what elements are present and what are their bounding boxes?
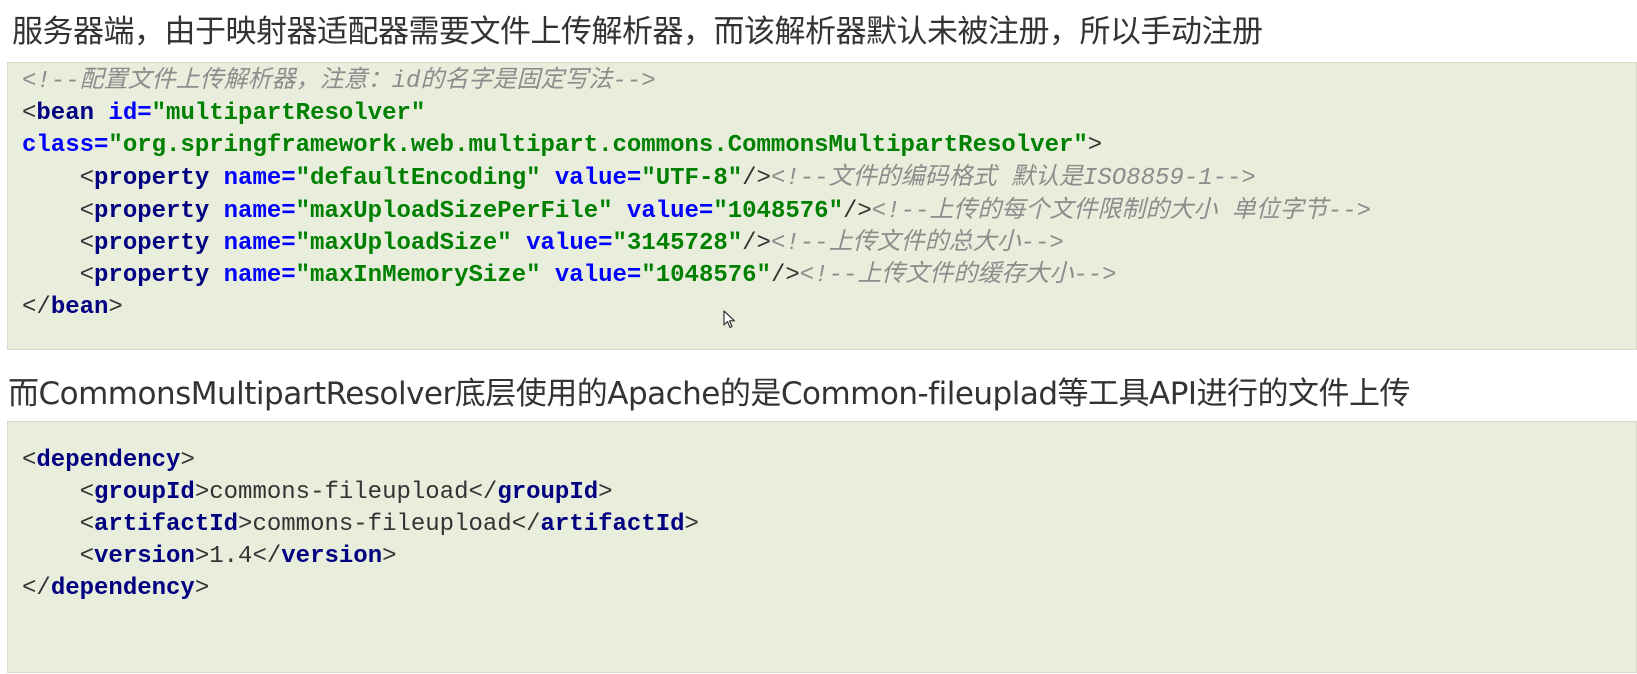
code-line-property: <property name="maxUploadSize" value="31… bbox=[79, 230, 1064, 257]
code-line-dependency-close: </dependency> bbox=[22, 575, 210, 602]
code-line-bean-open: <bean id="multipartResolver" bbox=[22, 100, 426, 127]
xml-tag: property bbox=[94, 262, 210, 289]
xml-attribute: class= bbox=[22, 132, 109, 159]
xml-text-value: 1.4 bbox=[209, 543, 253, 570]
xml-attribute-value: "1048576" bbox=[641, 262, 771, 289]
code-line-comment: <!--配置文件上传解析器，注意：id的名字是固定写法--> bbox=[22, 67, 656, 97]
xml-attribute: id= bbox=[108, 100, 152, 127]
section-heading-resolver: 服务器端，由于映射器适配器需要文件上传解析器，而该解析器默认未被注册，所以手动注… bbox=[12, 14, 1263, 50]
xml-attribute: value= bbox=[554, 165, 642, 192]
xml-attribute-value: "defaultEncoding" bbox=[295, 165, 541, 192]
xml-text-value: commons-fileupload bbox=[209, 479, 469, 506]
xml-attribute: name= bbox=[223, 165, 296, 192]
xml-tag: property bbox=[94, 165, 210, 192]
code-line-version: <version>1.4</version> bbox=[79, 543, 397, 570]
code-line-property: <property name="maxInMemorySize" value="… bbox=[79, 262, 1117, 289]
code-line-bean-close: </bean> bbox=[22, 294, 123, 321]
xml-comment: <!--上传文件的总大小--> bbox=[770, 230, 1064, 257]
mouse-cursor-icon bbox=[723, 310, 736, 329]
xml-attribute: value= bbox=[526, 230, 613, 257]
xml-comment: <!--上传文件的缓存大小--> bbox=[799, 262, 1117, 289]
xml-attribute-value: "org.springframework.web.multipart.commo… bbox=[108, 132, 1088, 159]
code-line-bean-class: class="org.springframework.web.multipart… bbox=[22, 132, 1103, 159]
xml-code-block-dependency: <dependency> <groupId>commons-fileupload… bbox=[7, 421, 1637, 673]
code-line-groupid: <groupId>commons-fileupload</groupId> bbox=[79, 479, 613, 506]
code-line-property: <property name="maxUploadSizePerFile" va… bbox=[79, 198, 1371, 225]
code-line-dependency-open: <dependency> bbox=[22, 447, 195, 474]
xml-attribute-value: "1048576" bbox=[713, 198, 843, 225]
xml-comment: <!--文件的编码格式 默认是ISO8859-1--> bbox=[770, 165, 1256, 192]
code-line-artifactid: <artifactId>commons-fileupload</artifact… bbox=[79, 511, 699, 538]
xml-text-value: commons-fileupload bbox=[252, 511, 512, 538]
xml-attribute: value= bbox=[626, 198, 714, 225]
xml-tag: groupId bbox=[497, 479, 599, 506]
xml-tag: property bbox=[94, 230, 210, 257]
xml-tag: dependency bbox=[36, 447, 181, 474]
xml-code-block-resolver: <!--配置文件上传解析器，注意：id的名字是固定写法--> <bean id=… bbox=[7, 62, 1637, 350]
xml-tag: artifactId bbox=[94, 511, 239, 538]
xml-tag: version bbox=[281, 543, 383, 570]
xml-attribute-value: "maxUploadSizePerFile" bbox=[295, 198, 613, 225]
xml-comment: <!--配置文件上传解析器，注意：id的名字是固定写法--> bbox=[22, 68, 656, 95]
xml-attribute: value= bbox=[554, 262, 642, 289]
xml-tag: property bbox=[94, 198, 210, 225]
xml-tag: bean bbox=[50, 294, 109, 321]
xml-comment: <!--上传的每个文件限制的大小 单位字节--> bbox=[871, 198, 1371, 225]
xml-tag: version bbox=[94, 543, 195, 570]
xml-tag: bean bbox=[36, 100, 95, 127]
xml-attribute-value: "multipartResolver" bbox=[151, 100, 426, 127]
xml-tag: dependency bbox=[50, 575, 195, 602]
section-heading-dependency: 而CommonsMultipartResolver底层使用的Apache的是Co… bbox=[8, 376, 1411, 412]
xml-tag: groupId bbox=[94, 479, 195, 506]
xml-attribute: name= bbox=[223, 230, 296, 257]
xml-attribute-value: "UTF-8" bbox=[641, 165, 743, 192]
xml-tag: artifactId bbox=[540, 511, 685, 538]
xml-attribute: name= bbox=[223, 198, 296, 225]
xml-attribute-value: "maxUploadSize" bbox=[295, 230, 512, 257]
xml-attribute: name= bbox=[223, 262, 296, 289]
xml-attribute-value: "maxInMemorySize" bbox=[295, 262, 541, 289]
code-line-property: <property name="defaultEncoding" value="… bbox=[79, 165, 1256, 192]
xml-attribute-value: "3145728" bbox=[612, 230, 743, 257]
